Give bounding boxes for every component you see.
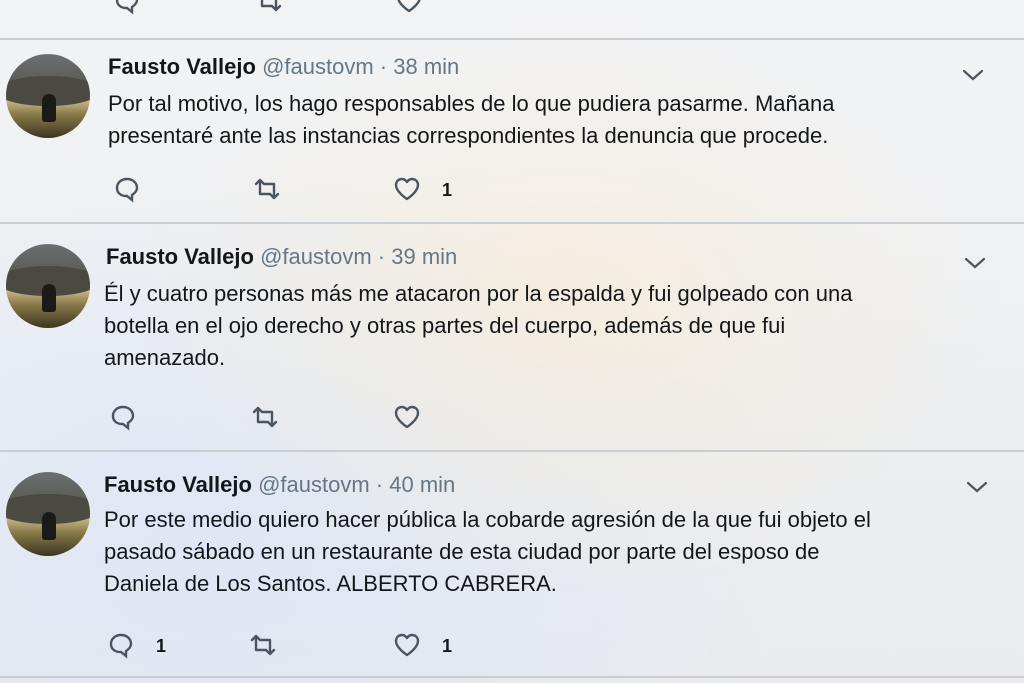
avatar[interactable] bbox=[6, 472, 90, 556]
heart-icon[interactable] bbox=[392, 630, 422, 660]
tweet[interactable]: Fausto Vallejo @faustovm · 38 min Por ta… bbox=[0, 38, 1024, 222]
avatar[interactable] bbox=[6, 54, 90, 138]
heart-icon[interactable] bbox=[394, 0, 424, 16]
tweet-text-line: amenazado. bbox=[104, 345, 226, 370]
tweet-actions: 1 bbox=[0, 174, 1024, 210]
tweet-text: Por este medio quiero hacer pública la c… bbox=[104, 504, 871, 600]
timestamp[interactable]: 39 min bbox=[391, 244, 457, 269]
avatar-figure bbox=[42, 512, 56, 540]
retweet-icon[interactable] bbox=[250, 402, 280, 432]
tweet[interactable]: Fausto Vallejo @faustovm · 40 min Por es… bbox=[0, 450, 1024, 678]
reply-icon[interactable] bbox=[106, 630, 136, 660]
author-name[interactable]: Fausto Vallejo bbox=[108, 54, 256, 79]
tweet-text: Él y cuatro personas más me atacaron por… bbox=[104, 278, 852, 374]
author-name[interactable]: Fausto Vallejo bbox=[104, 472, 252, 497]
tweet-text-line: Por tal motivo, los hago responsables de… bbox=[108, 91, 835, 116]
tweet-text-line: botella en el ojo derecho y otras partes… bbox=[104, 313, 786, 338]
tweet-text: Por tal motivo, los hago responsables de… bbox=[108, 88, 834, 152]
retweet-icon[interactable] bbox=[254, 0, 284, 16]
tweet-actions: 1 1 bbox=[0, 630, 1024, 666]
retweet-icon[interactable] bbox=[248, 630, 278, 660]
timestamp[interactable]: 40 min bbox=[389, 472, 455, 497]
reply-icon[interactable] bbox=[112, 174, 142, 204]
tweet-text-line: Daniela de Los Santos. ALBERTO CABRERA. bbox=[104, 571, 557, 596]
tweet-text-line: Él y cuatro personas más me atacaron por… bbox=[104, 281, 853, 306]
timeline: Fausto Vallejo @faustovm · 38 min Por ta… bbox=[0, 0, 1024, 683]
separator: · bbox=[377, 244, 386, 269]
author-handle[interactable]: @faustovm bbox=[258, 472, 370, 497]
tweet-actions bbox=[0, 402, 1024, 438]
avatar-figure bbox=[42, 284, 56, 312]
reply-icon[interactable] bbox=[112, 0, 142, 16]
tweet-text-line: presentaré ante las instancias correspon… bbox=[108, 123, 829, 148]
chevron-down-icon[interactable] bbox=[962, 68, 984, 82]
previous-tweet-actions bbox=[0, 0, 1024, 32]
author-handle[interactable]: @faustovm bbox=[260, 244, 372, 269]
divider bbox=[0, 676, 1024, 678]
retweet-icon[interactable] bbox=[252, 174, 282, 204]
author-handle[interactable]: @faustovm bbox=[262, 54, 374, 79]
tweet-header: Fausto Vallejo @faustovm · 38 min bbox=[108, 54, 459, 80]
reply-icon[interactable] bbox=[108, 402, 138, 432]
chevron-down-icon[interactable] bbox=[966, 480, 988, 494]
tweet-header: Fausto Vallejo @faustovm · 39 min bbox=[106, 244, 457, 270]
chevron-down-icon[interactable] bbox=[964, 256, 986, 270]
tweet-text-line: Por este medio quiero hacer pública la c… bbox=[104, 507, 871, 532]
heart-icon[interactable] bbox=[392, 174, 422, 204]
avatar-figure bbox=[42, 94, 56, 122]
tweet[interactable]: Fausto Vallejo @faustovm · 39 min Él y c… bbox=[0, 222, 1024, 450]
separator: · bbox=[379, 54, 388, 79]
reply-count: 1 bbox=[156, 636, 167, 656]
like-count: 1 bbox=[442, 180, 453, 200]
separator: · bbox=[375, 472, 384, 497]
heart-icon[interactable] bbox=[392, 402, 422, 432]
like-count: 1 bbox=[442, 636, 453, 656]
timestamp[interactable]: 38 min bbox=[393, 54, 459, 79]
tweet-header: Fausto Vallejo @faustovm · 40 min bbox=[104, 472, 455, 498]
avatar[interactable] bbox=[6, 244, 90, 328]
tweet-text-line: pasado sábado en un restaurante de esta … bbox=[104, 539, 820, 564]
author-name[interactable]: Fausto Vallejo bbox=[106, 244, 254, 269]
